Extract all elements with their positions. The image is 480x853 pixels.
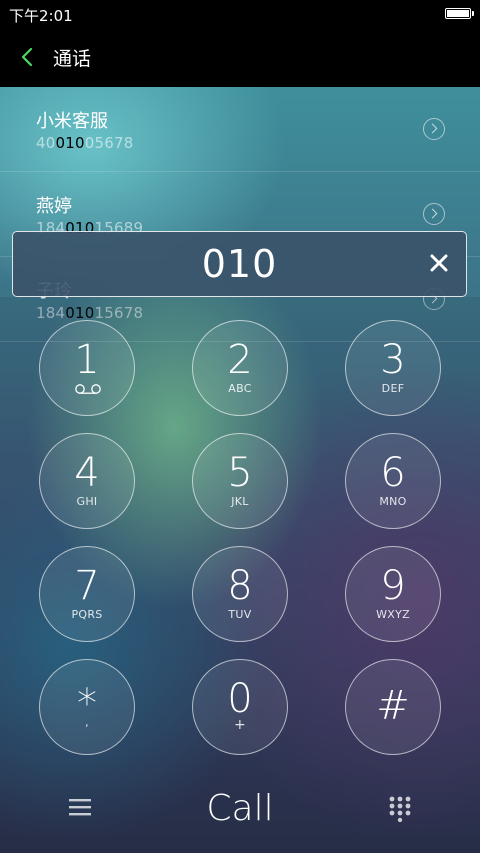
key-letters: + — [233, 717, 247, 733]
key-1[interactable]: 1 — [39, 320, 135, 416]
contact-name: 小米客服 — [36, 111, 108, 132]
key-hash[interactable]: # — [345, 659, 441, 755]
key-letters: TUV — [228, 608, 252, 621]
key-6[interactable]: 6 MNO — [345, 433, 441, 529]
contact-name: 燕婷 — [36, 196, 72, 217]
key-digit: 9 — [380, 563, 406, 609]
key-letters: ABC — [228, 382, 252, 395]
contact-number: 4001005678 — [36, 134, 134, 152]
contact-info-icon[interactable] — [423, 203, 445, 225]
chevron-left-icon[interactable] — [18, 46, 38, 68]
key-digit: 6 — [380, 450, 406, 496]
key-2[interactable]: 2 ABC — [192, 320, 288, 416]
key-9[interactable]: 9 WXYZ — [345, 546, 441, 642]
key-digit: 7 — [74, 563, 100, 609]
key-letters: MNO — [379, 495, 407, 508]
key-letters: DEF — [381, 382, 405, 395]
key-digit: 1 — [74, 337, 100, 383]
header: 通话 — [0, 28, 480, 87]
status-bar: 下午2:01 — [0, 0, 480, 28]
dialed-number: 010 — [201, 242, 278, 286]
key-letters: JKL — [231, 495, 249, 508]
voicemail-icon — [75, 384, 101, 394]
key-7[interactable]: 7 PQRS — [39, 546, 135, 642]
key-digit: 2 — [227, 337, 253, 383]
key-letters: GHI — [76, 495, 98, 508]
page-title: 通话 — [53, 48, 92, 70]
key-digit: 4 — [74, 450, 100, 496]
key-5[interactable]: 5 JKL — [192, 433, 288, 529]
close-icon[interactable] — [428, 252, 450, 274]
menu-icon[interactable] — [69, 797, 91, 817]
battery-icon — [445, 8, 474, 19]
key-letters: PQRS — [71, 608, 103, 621]
dialpad-icon[interactable] — [389, 796, 411, 822]
call-button[interactable]: Call — [190, 784, 290, 834]
key-3[interactable]: 3 DEF — [345, 320, 441, 416]
contact-info-icon[interactable] — [423, 118, 445, 140]
key-digit: # — [376, 683, 410, 729]
key-8[interactable]: 8 TUV — [192, 546, 288, 642]
key-digit: 5 — [227, 450, 253, 496]
contact-item[interactable]: 小米客服 4001005678 — [0, 87, 480, 172]
dial-display: 010 — [12, 231, 467, 297]
key-digit: 8 — [227, 563, 253, 609]
key-star[interactable]: * , — [39, 659, 135, 755]
key-digit: 3 — [380, 337, 406, 383]
key-0[interactable]: 0 + — [192, 659, 288, 755]
key-digit: 0 — [227, 676, 253, 722]
key-4[interactable]: 4 GHI — [39, 433, 135, 529]
key-letters: , — [85, 716, 89, 729]
status-time: 下午2:01 — [9, 7, 73, 25]
key-letters: WXYZ — [376, 608, 410, 621]
